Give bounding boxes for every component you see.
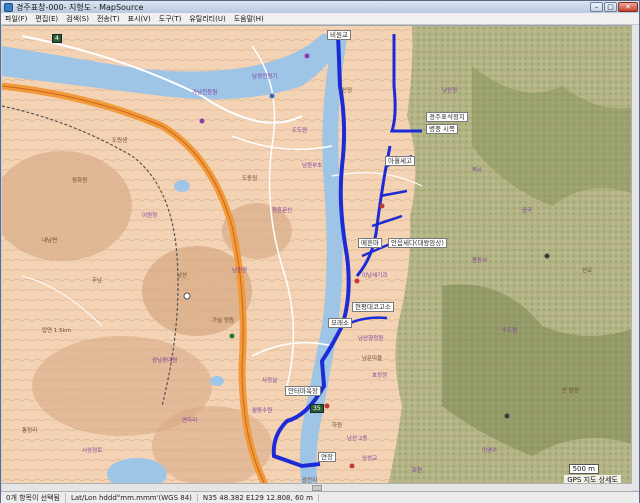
poi-label: 이영수: [482, 448, 498, 454]
poi-marker[interactable]: [229, 333, 235, 339]
window-title: 경주표창-000- 지형도 - MapSource: [16, 2, 144, 12]
map-canvas[interactable]: 4 35 비원교 경주표석정지 병중 시쪽 아월세고 메흔마 안음세다(대왕암상…: [2, 25, 639, 489]
poi-label: 내남면: [42, 238, 58, 244]
poi-label: 산오: [582, 268, 593, 274]
poi-label: 화원: [412, 468, 423, 474]
poi-label: 남산 2동: [347, 436, 368, 442]
poi-label: 남원부초: [302, 163, 323, 169]
poi-label: 가남천등원: [192, 90, 218, 96]
poi-marker[interactable]: [304, 53, 310, 59]
poi-label: 도원생: [112, 138, 128, 144]
waypoint-label-low1[interactable]: 안터마옥장: [285, 386, 321, 396]
poi-label: 남산향정원: [358, 336, 384, 342]
poi-label: 쪽사: [472, 168, 483, 174]
menu-edit[interactable]: 편집(E): [31, 14, 62, 24]
waypoint-label-mid1[interactable]: 아월세고: [385, 156, 415, 166]
menu-find[interactable]: 검색(S): [62, 14, 93, 24]
poi-label: 정흔문산: [272, 208, 293, 214]
poi-label: 산정: [342, 88, 353, 94]
poi-label: 탑면 1.5km: [42, 328, 72, 334]
status-coordinates: N35 48.382 E129 12.808, 60 m: [198, 493, 319, 502]
poi-marker[interactable]: [324, 403, 330, 409]
horizontal-scrollbar[interactable]: [2, 483, 632, 491]
waypoint-label-mid5[interactable]: 모래소: [328, 318, 352, 328]
poi-marker[interactable]: [199, 118, 205, 124]
poi-label: 통정리: [22, 428, 38, 434]
poi-label: 용장사: [472, 258, 488, 264]
status-coordinate-format: Lat/Lon hddd°mm.mmm'(WGS 84): [66, 493, 198, 502]
poi-label: 광남동대원: [152, 358, 178, 364]
poi-marker[interactable]: [504, 413, 510, 419]
app-window: 경주표창-000- 지형도 - MapSource – □ ✕ 파일(F) 편집…: [0, 0, 640, 503]
maximize-button[interactable]: □: [604, 2, 617, 12]
poi-label: 상성교: [362, 456, 378, 462]
status-selection: 0개 항목이 선택됨: [1, 492, 66, 503]
map-scale: 500 m: [568, 464, 599, 474]
menu-transfer[interactable]: 전송(T): [93, 14, 124, 24]
poi-marker[interactable]: [379, 203, 385, 209]
poi-label: 동화원: [72, 178, 88, 184]
poi-label: 이남세기과: [362, 273, 388, 279]
vertical-scrollbar[interactable]: [631, 25, 639, 490]
poi-label: 가실 정원: [212, 318, 234, 324]
poi-label: 두남: [92, 278, 103, 284]
poi-label: 사정실: [262, 378, 278, 384]
mapsource-app-icon: [4, 2, 13, 12]
poi-marker[interactable]: [349, 463, 355, 469]
poi-label: 월동수원: [252, 408, 273, 414]
map-svg: [2, 26, 639, 489]
poi-label: 응곡: [522, 208, 533, 214]
waypoint-label-station-a-sub[interactable]: 병중 시쪽: [426, 124, 458, 134]
status-bar: 0개 항목이 선택됨 Lat/Lon hddd°mm.mmm'(WGS 84) …: [1, 491, 639, 503]
poi-label: 연자리: [182, 418, 198, 424]
waypoint-label-mid4[interactable]: 현평대코고소: [352, 302, 394, 312]
poi-label: 남문마을: [362, 356, 383, 362]
poi-label: 남산: [177, 273, 188, 279]
waypoint-label-bottom[interactable]: 연장: [318, 452, 336, 462]
menu-bar: 파일(F) 편집(E) 검색(S) 전송(T) 표시(V) 도구(T) 유틸리티…: [1, 13, 639, 25]
poi-label: 이원정: [142, 213, 158, 219]
poi-marker[interactable]: [354, 278, 360, 284]
poi-label: 도동원: [242, 176, 258, 182]
waypoint-label-station-a[interactable]: 경주표석정지: [426, 112, 468, 122]
menu-file[interactable]: 파일(F): [1, 14, 31, 24]
waypoint-label-mid3[interactable]: 안음세다(대왕암상): [388, 238, 447, 248]
poi-label: 수도원: [502, 328, 518, 334]
close-button[interactable]: ✕: [618, 2, 638, 12]
poi-label: 시상정로: [82, 448, 103, 454]
road-shield-35: 35: [310, 404, 324, 413]
pond-2: [210, 376, 224, 386]
minimize-button[interactable]: –: [590, 2, 603, 12]
waypoint-label-mid2[interactable]: 메흔마: [358, 238, 382, 248]
menu-tools[interactable]: 도구(T): [155, 14, 186, 24]
poi-marker[interactable]: [269, 93, 275, 99]
menu-view[interactable]: 표시(V): [124, 14, 155, 24]
poi-label: 도도원: [292, 128, 308, 134]
waypoint-label-top[interactable]: 비원교: [327, 30, 351, 40]
pond-1: [174, 180, 190, 192]
poi-label: 하원: [332, 423, 343, 429]
poi-marker[interactable]: [544, 253, 550, 259]
poi-label: 남원장: [232, 268, 248, 274]
poi-label: 남경전원기: [252, 74, 278, 80]
menu-help[interactable]: 도움말(H): [230, 14, 268, 24]
poi-label: 호정정: [372, 373, 388, 379]
poi-label: 남산정: [442, 88, 458, 94]
poi-label: 산 밤림: [562, 388, 579, 394]
summit-marker[interactable]: [183, 292, 191, 300]
title-bar: 경주표창-000- 지형도 - MapSource – □ ✕: [1, 1, 639, 13]
road-shield-4: 4: [52, 34, 62, 43]
menu-utilities[interactable]: 유틸리티(U): [185, 14, 229, 24]
